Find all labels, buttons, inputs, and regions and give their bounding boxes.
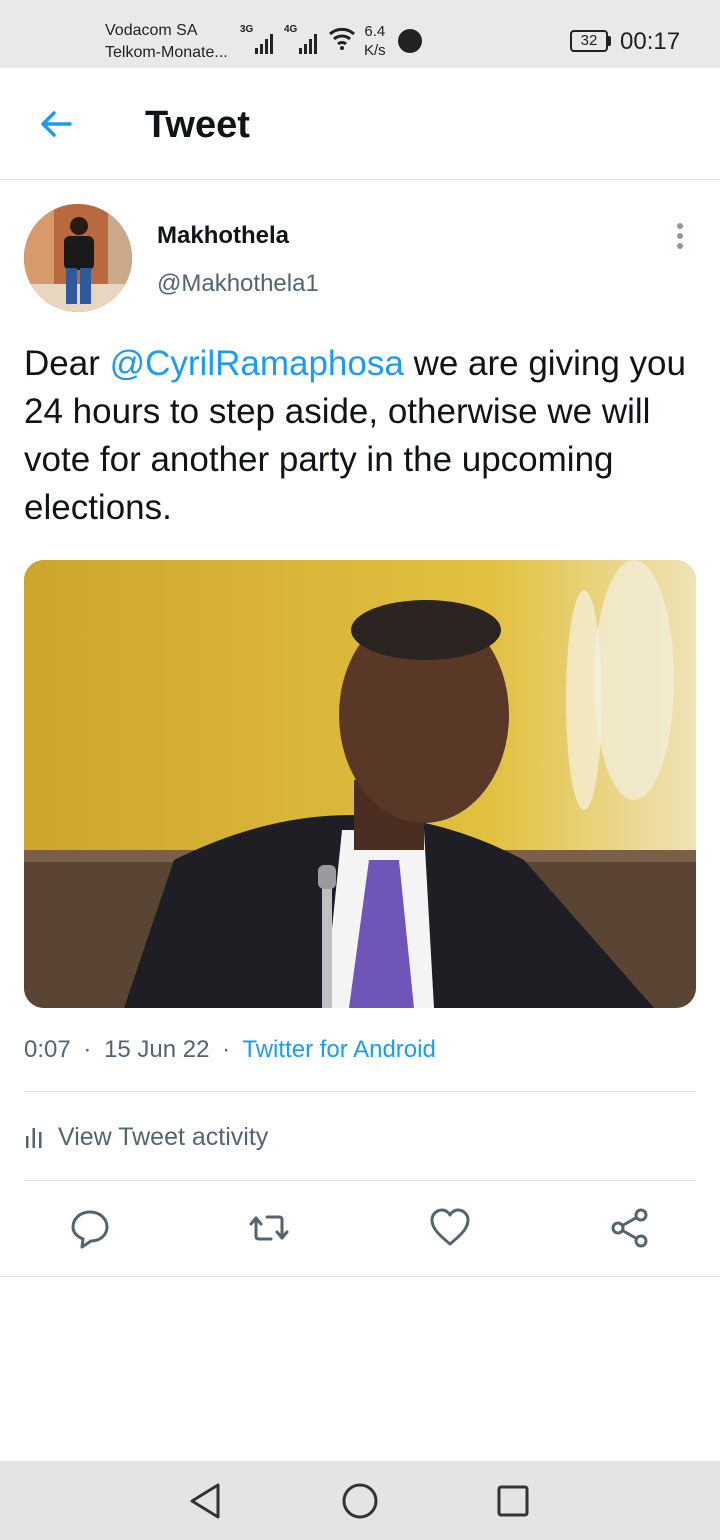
system-nav-bar bbox=[0, 1461, 720, 1540]
tweet-photo[interactable] bbox=[24, 560, 696, 1008]
tweet-text: Dear @CyrilRamaphosa we are giving you 2… bbox=[24, 340, 696, 532]
battery-tip bbox=[608, 36, 611, 46]
recents-square-icon[interactable] bbox=[491, 1479, 535, 1523]
tweet-source-link[interactable]: Twitter for Android bbox=[242, 1036, 435, 1063]
meta-separator-1: · bbox=[83, 1036, 92, 1063]
author-name[interactable]: Makhothela bbox=[157, 222, 289, 250]
mention-link[interactable]: @CyrilRamaphosa bbox=[110, 344, 404, 383]
carrier-1: Vodacom SA bbox=[105, 22, 198, 39]
status-clock: 00:17 bbox=[620, 28, 681, 55]
battery-icon: 32 bbox=[570, 30, 608, 52]
avatar-image bbox=[24, 204, 132, 312]
home-circle-icon[interactable] bbox=[338, 1479, 382, 1523]
view-tweet-activity[interactable]: View Tweet activity bbox=[24, 1120, 268, 1154]
divider bbox=[24, 1180, 696, 1181]
photo-image bbox=[24, 560, 696, 1008]
back-triangle-icon[interactable] bbox=[184, 1479, 228, 1523]
meta-separator-2: · bbox=[222, 1036, 231, 1063]
retweet-icon[interactable] bbox=[247, 1206, 291, 1250]
carrier-info: Vodacom SA Telkom-Monate... bbox=[105, 20, 228, 64]
net-speed: 6.4 K/s bbox=[364, 23, 386, 59]
like-icon[interactable] bbox=[428, 1206, 472, 1250]
author-handle[interactable]: @Makhothela1 bbox=[157, 270, 319, 298]
arrow-left-icon[interactable] bbox=[36, 104, 76, 144]
tweet-date: 15 Jun 22 bbox=[104, 1036, 210, 1063]
signal-3g-icon: 3G bbox=[240, 24, 274, 54]
activity-label: View Tweet activity bbox=[58, 1122, 269, 1151]
carrier-2: Telkom-Monate... bbox=[105, 44, 228, 61]
share-icon[interactable] bbox=[608, 1206, 652, 1250]
app-header: Tweet bbox=[0, 68, 720, 180]
tweet-text-prefix: Dear bbox=[24, 344, 110, 383]
tweet-meta: 0:07 · 15 Jun 22 · Twitter for Android bbox=[24, 1036, 436, 1064]
whatsapp-icon bbox=[398, 29, 422, 53]
more-options-icon[interactable] bbox=[668, 220, 692, 252]
divider bbox=[24, 1091, 696, 1092]
page-title: Tweet bbox=[145, 104, 250, 146]
reply-icon[interactable] bbox=[68, 1206, 112, 1250]
status-bar: Vodacom SA Telkom-Monate... 3G 4G 6.4 K/… bbox=[0, 0, 720, 68]
wifi-icon bbox=[329, 27, 355, 50]
signal-4g-icon: 4G bbox=[284, 24, 318, 54]
activity-bars-icon bbox=[26, 1128, 42, 1148]
avatar[interactable] bbox=[24, 204, 132, 312]
divider bbox=[0, 1276, 720, 1277]
tweet-time: 0:07 bbox=[24, 1036, 71, 1063]
